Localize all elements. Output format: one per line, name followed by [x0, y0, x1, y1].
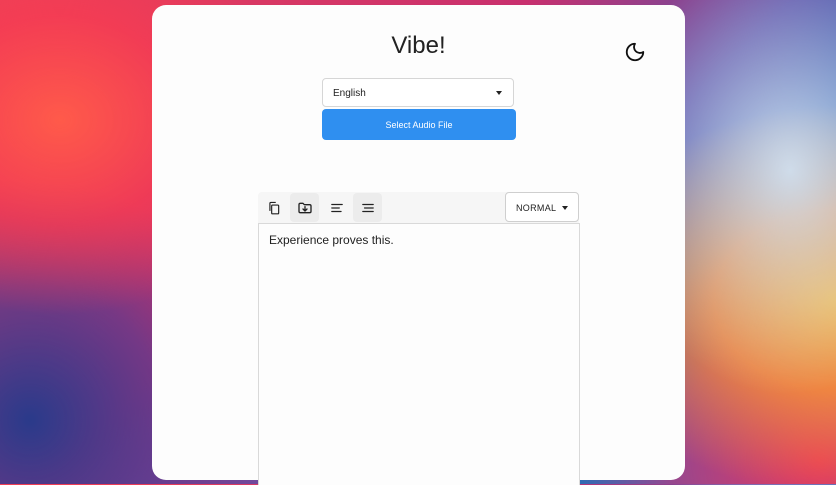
moon-icon: [625, 42, 645, 62]
align-left-icon: [330, 203, 343, 212]
dropdown-caret-icon: [496, 91, 502, 95]
transcript-text: Experience proves this.: [269, 233, 394, 247]
transcript-editor[interactable]: Experience proves this.: [258, 223, 580, 485]
copy-icon: [268, 201, 279, 214]
mode-select[interactable]: NORMAL: [505, 192, 579, 222]
align-right-icon: [361, 203, 374, 212]
app-window: Vibe! English Select Audio File NORMAL E…: [152, 5, 685, 485]
dropdown-caret-icon: [562, 206, 568, 210]
app-title: Vibe!: [391, 32, 446, 59]
download-button[interactable]: [290, 193, 319, 222]
language-select-value: English: [333, 88, 366, 99]
align-right-button[interactable]: [353, 193, 382, 222]
align-left-button[interactable]: [322, 193, 351, 222]
download-folder-icon: [297, 202, 312, 213]
language-select[interactable]: English: [322, 78, 514, 107]
select-audio-file-button[interactable]: Select Audio File: [322, 109, 516, 140]
mode-select-value: NORMAL: [516, 203, 557, 213]
theme-toggle-button[interactable]: [624, 41, 646, 63]
copy-button[interactable]: [259, 193, 288, 222]
